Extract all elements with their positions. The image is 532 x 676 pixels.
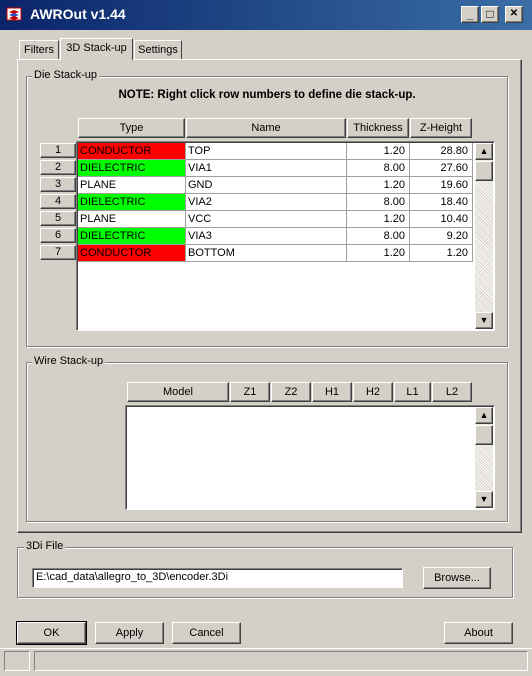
- die-stackup-label: Die Stack-up: [32, 69, 99, 81]
- table-row[interactable]: CONDUCTOR TOP 1.20 28.80: [78, 143, 475, 160]
- row-number-button[interactable]: 7: [40, 245, 76, 260]
- tab-filters[interactable]: Filters: [19, 40, 59, 60]
- file-path-input[interactable]: E:\cad_data\allegro_to_3D\encoder.3Di: [32, 568, 403, 588]
- cell-thickness[interactable]: 1.20: [347, 245, 410, 262]
- cancel-button[interactable]: Cancel: [172, 622, 241, 644]
- table-row[interactable]: DIELECTRIC VIA2 8.00 18.40: [78, 194, 475, 211]
- title-bar[interactable]: AWROut v1.44 _ □ ✕: [0, 0, 532, 30]
- cell-thickness[interactable]: 1.20: [347, 143, 410, 160]
- scroll-down-icon[interactable]: ▼: [475, 491, 493, 508]
- column-header-l1[interactable]: L1: [394, 382, 431, 402]
- cell-thickness[interactable]: 1.20: [347, 177, 410, 194]
- column-header-h2[interactable]: H2: [353, 382, 393, 402]
- row-number-button[interactable]: 2: [40, 160, 76, 175]
- cell-zheight[interactable]: 10.40: [410, 211, 473, 228]
- cell-zheight[interactable]: 18.40: [410, 194, 473, 211]
- tab-3d-stackup[interactable]: 3D Stack-up: [60, 38, 133, 60]
- about-button[interactable]: About: [444, 622, 513, 644]
- cell-name[interactable]: VIA2: [186, 194, 347, 211]
- tab-label: 3D Stack-up: [66, 42, 127, 54]
- cell-name[interactable]: GND: [186, 177, 347, 194]
- cell-zheight[interactable]: 19.60: [410, 177, 473, 194]
- cell-thickness[interactable]: 8.00: [347, 194, 410, 211]
- app-icon: [6, 6, 24, 24]
- table-row[interactable]: DIELECTRIC VIA3 8.00 9.20: [78, 228, 475, 245]
- cell-type[interactable]: PLANE: [78, 211, 186, 228]
- column-header-z1[interactable]: Z1: [230, 382, 270, 402]
- cell-thickness[interactable]: 8.00: [347, 160, 410, 177]
- row-number-button[interactable]: 1: [40, 143, 76, 158]
- scroll-thumb[interactable]: [475, 161, 493, 181]
- maximize-button[interactable]: □: [481, 6, 499, 23]
- cell-thickness[interactable]: 1.20: [347, 211, 410, 228]
- column-header-h1[interactable]: H1: [312, 382, 352, 402]
- column-header-z2[interactable]: Z2: [271, 382, 311, 402]
- minimize-button[interactable]: _: [461, 6, 479, 23]
- row-number-button[interactable]: 5: [40, 211, 76, 226]
- scroll-thumb[interactable]: [475, 425, 493, 445]
- table-row[interactable]: PLANE GND 1.20 19.60: [78, 177, 475, 194]
- cell-zheight[interactable]: 27.60: [410, 160, 473, 177]
- cell-type[interactable]: DIELECTRIC: [78, 228, 186, 245]
- ok-button[interactable]: OK: [16, 621, 87, 645]
- stackup-note: NOTE: Right click row numbers to define …: [118, 89, 416, 101]
- table-row[interactable]: PLANE VCC 1.20 10.40: [78, 211, 475, 228]
- scroll-up-icon[interactable]: ▲: [475, 143, 493, 160]
- cell-zheight[interactable]: 1.20: [410, 245, 473, 262]
- wire-stackup-label: Wire Stack-up: [32, 355, 106, 367]
- cell-type[interactable]: PLANE: [78, 177, 186, 194]
- close-button[interactable]: ✕: [505, 6, 523, 23]
- column-header-l2[interactable]: L2: [432, 382, 472, 402]
- column-header-name[interactable]: Name: [186, 118, 346, 138]
- column-header-type[interactable]: Type: [78, 118, 185, 138]
- scroll-down-icon[interactable]: ▼: [475, 312, 493, 329]
- cell-thickness[interactable]: 8.00: [347, 228, 410, 245]
- table-row[interactable]: CONDUCTOR BOTTOM 1.20 1.20: [78, 245, 475, 262]
- cell-type[interactable]: DIELECTRIC: [78, 194, 186, 211]
- cell-name[interactable]: VIA3: [186, 228, 347, 245]
- column-header-zheight[interactable]: Z-Height: [410, 118, 472, 138]
- cell-type[interactable]: CONDUCTOR: [78, 143, 186, 160]
- cell-type[interactable]: DIELECTRIC: [78, 160, 186, 177]
- cell-name[interactable]: VIA1: [186, 160, 347, 177]
- cell-name[interactable]: BOTTOM: [186, 245, 347, 262]
- column-header-model[interactable]: Model: [127, 382, 229, 402]
- row-number-button[interactable]: 6: [40, 228, 76, 243]
- file-group-label: 3Di File: [24, 540, 66, 552]
- table-row[interactable]: DIELECTRIC VIA1 8.00 27.60: [78, 160, 475, 177]
- tab-settings[interactable]: Settings: [134, 40, 182, 60]
- wire-stackup-table[interactable]: [125, 405, 495, 510]
- tab-label: Settings: [138, 44, 178, 56]
- apply-button[interactable]: Apply: [95, 622, 164, 644]
- scroll-up-icon[interactable]: ▲: [475, 407, 493, 424]
- row-number-button[interactable]: 3: [40, 177, 76, 192]
- cell-zheight[interactable]: 28.80: [410, 143, 473, 160]
- cell-name[interactable]: VCC: [186, 211, 347, 228]
- cell-name[interactable]: TOP: [186, 143, 347, 160]
- cell-type[interactable]: CONDUCTOR: [78, 245, 186, 262]
- window-title: AWROut v1.44: [30, 6, 126, 22]
- column-header-thickness[interactable]: Thickness: [347, 118, 409, 138]
- browse-button[interactable]: Browse...: [423, 567, 491, 589]
- status-pane: [4, 651, 30, 671]
- tab-label: Filters: [24, 44, 54, 56]
- cell-zheight[interactable]: 9.20: [410, 228, 473, 245]
- row-number-button[interactable]: 4: [40, 194, 76, 209]
- status-pane: [34, 651, 528, 671]
